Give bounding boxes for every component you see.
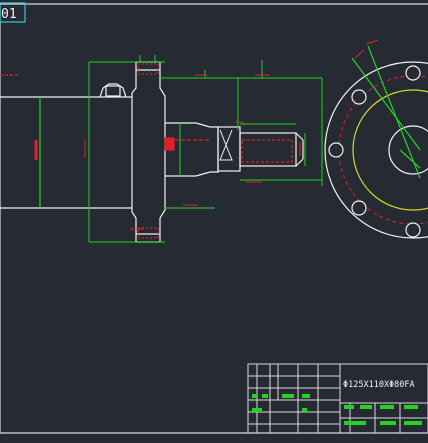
flange <box>131 61 166 243</box>
drawing-number-text: 01 <box>1 7 17 22</box>
title-block[interactable] <box>247 363 428 434</box>
title-block-part-spec: Φ125X110XΦ80FA <box>343 380 415 390</box>
dimension-lines <box>88 55 323 243</box>
cad-drawing-canvas[interactable]: 01 Φ125X110XΦ80FA <box>0 0 428 439</box>
drawing-frame <box>0 3 428 434</box>
keyway-marks <box>0 74 293 163</box>
motor-body <box>0 93 133 212</box>
dimension-text-marks <box>84 74 301 230</box>
bearing-hub <box>99 83 127 98</box>
drawing-number-tab: 01 <box>0 2 26 23</box>
bolt-holes <box>328 65 421 238</box>
front-flange-view[interactable] <box>324 39 428 239</box>
shaft <box>165 122 304 177</box>
side-section-view[interactable] <box>0 55 323 243</box>
